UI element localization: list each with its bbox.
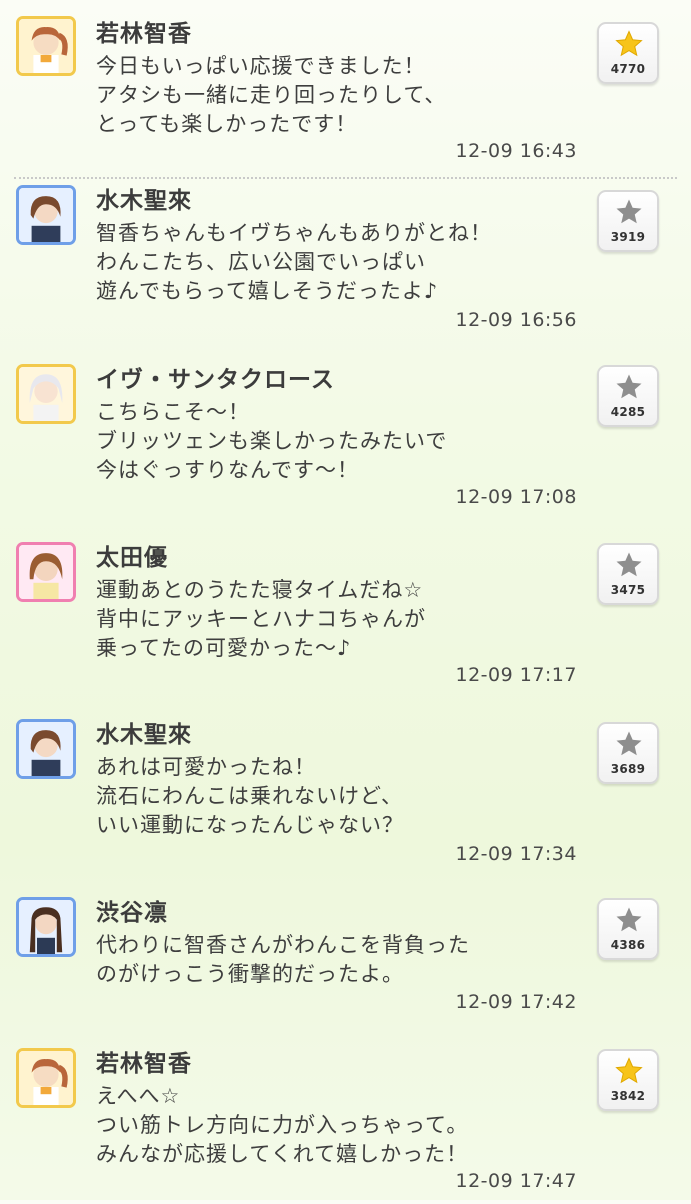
message-line: つい筋トレ方向に力が入っちゃって。 — [96, 1113, 469, 1137]
star-icon — [616, 374, 642, 399]
like-button[interactable]: 4386 — [597, 898, 659, 960]
comment-feed: 若林智香 今日もいっぱい応援できました！ アタシも一緒に走り回ったりして、 とっ… — [0, 0, 691, 1200]
timestamp: 12-09 17:17 — [455, 664, 577, 686]
timestamp: 12-09 17:08 — [455, 486, 577, 508]
like-button[interactable]: 4285 — [597, 365, 659, 427]
comment-item: 水木聖來 あれは可愛かったね！ 流石にわんこは乗れないけど、 いい運動になったん… — [0, 699, 691, 875]
message-line: わんこたち、広い公園でいっぱい — [96, 250, 426, 274]
message-line: とっても楽しかったです！ — [96, 112, 358, 136]
timestamp: 12-09 16:56 — [455, 309, 577, 331]
like-button[interactable]: 3919 — [597, 190, 659, 252]
timestamp: 12-09 16:43 — [455, 140, 577, 162]
timestamp: 12-09 17:47 — [455, 1170, 577, 1192]
avatar[interactable] — [16, 16, 76, 76]
comment-item: 太田優 運動あとのうたた寝タイムだね☆ 背中にアッキーとハナコちゃんが 乗ってた… — [0, 522, 691, 698]
like-button[interactable]: 3842 — [597, 1049, 659, 1111]
avatar[interactable] — [16, 185, 76, 245]
avatar[interactable] — [16, 542, 76, 602]
poster-name: 若林智香 — [96, 1051, 192, 1077]
message-line: あれは可愛かったね！ — [96, 755, 316, 779]
like-count: 3919 — [610, 230, 646, 244]
message-line: アタシも一緒に走り回ったりして、 — [96, 83, 447, 107]
star-icon — [616, 731, 642, 756]
message-text: こちらこそ〜！ ブリッツェンも楽しかったみたいで 今はぐっすりなんです〜！ — [96, 398, 447, 485]
star-icon — [615, 30, 643, 57]
message-text: 今日もいっぱい応援できました！ アタシも一緒に走り回ったりして、 とっても楽しか… — [96, 52, 446, 139]
like-button[interactable]: 3475 — [597, 543, 659, 605]
like-count: 4285 — [610, 405, 646, 419]
like-button[interactable]: 3689 — [597, 722, 659, 784]
message-line: 流石にわんこは乗れないけど、 — [96, 784, 403, 808]
message-line: みんなが応援してくれて嬉しかった！ — [96, 1142, 469, 1166]
like-count: 3689 — [610, 762, 646, 776]
message-line: えへへ☆ — [96, 1084, 181, 1108]
star-icon — [616, 907, 642, 932]
comment-item: 若林智香 えへへ☆ つい筋トレ方向に力が入っちゃって。 みんなが応援してくれて嬉… — [0, 1028, 691, 1204]
message-line: 智香ちゃんもイヴちゃんもありがとね！ — [96, 221, 492, 245]
like-count: 4386 — [610, 938, 646, 952]
timestamp: 12-09 17:42 — [455, 991, 577, 1013]
star-icon — [616, 199, 642, 224]
comment-item: 若林智香 今日もいっぱい応援できました！ アタシも一緒に走り回ったりして、 とっ… — [0, 0, 691, 176]
message-line: 背中にアッキーとハナコちゃんが — [96, 607, 426, 631]
message-line: いい運動になったんじゃない？ — [96, 813, 404, 837]
poster-name: 太田優 — [96, 545, 168, 571]
avatar[interactable] — [16, 1048, 76, 1108]
like-count: 3842 — [610, 1089, 646, 1103]
comment-item: イヴ・サンタクロース こちらこそ〜！ ブリッツェンも楽しかったみたいで 今はぐっ… — [0, 344, 691, 520]
message-line: 今日もいっぱい応援できました！ — [96, 54, 426, 78]
message-line: 今はぐっすりなんです〜！ — [96, 458, 359, 482]
avatar[interactable] — [16, 719, 76, 779]
message-line: こちらこそ〜！ — [96, 400, 250, 424]
comment-item: 水木聖來 智香ちゃんもイヴちゃんもありがとね！ わんこたち、広い公園でいっぱい … — [0, 165, 691, 341]
like-count: 3475 — [610, 583, 646, 597]
like-button[interactable]: 4770 — [597, 22, 659, 84]
message-line: ブリッツェンも楽しかったみたいで — [96, 429, 448, 453]
poster-name: 若林智香 — [96, 21, 192, 47]
message-line: 乗ってたの可愛かった〜♪ — [96, 636, 352, 660]
avatar[interactable] — [16, 897, 76, 957]
message-line: 運動あとのうたた寝タイムだね☆ — [96, 578, 424, 602]
message-line: のがけっこう衝撃的だったよ。 — [96, 962, 404, 986]
message-text: 運動あとのうたた寝タイムだね☆ 背中にアッキーとハナコちゃんが 乗ってたの可愛か… — [96, 576, 426, 663]
avatar[interactable] — [16, 364, 76, 424]
poster-name: 水木聖來 — [96, 188, 192, 214]
message-text: 代わりに智香さんがわんこを背負った のがけっこう衝撃的だったよ。 — [96, 931, 470, 989]
poster-name: 渋谷凛 — [96, 900, 168, 926]
message-line: 遊んでもらって嬉しそうだったよ♪ — [96, 279, 439, 303]
timestamp: 12-09 17:34 — [455, 843, 577, 865]
like-count: 4770 — [610, 62, 646, 76]
message-line: 代わりに智香さんがわんこを背負った — [96, 933, 470, 957]
star-icon — [616, 552, 642, 577]
poster-name: 水木聖來 — [96, 722, 192, 748]
message-text: えへへ☆ つい筋トレ方向に力が入っちゃって。 みんなが応援してくれて嬉しかった！ — [96, 1082, 468, 1169]
star-icon — [615, 1057, 643, 1084]
message-text: あれは可愛かったね！ 流石にわんこは乗れないけど、 いい運動になったんじゃない？ — [96, 753, 404, 840]
comment-item: 渋谷凛 代わりに智香さんがわんこを背負った のがけっこう衝撃的だったよ。 12-… — [0, 877, 691, 1053]
poster-name: イヴ・サンタクロース — [96, 367, 335, 393]
message-text: 智香ちゃんもイヴちゃんもありがとね！ わんこたち、広い公園でいっぱい 遊んでもら… — [96, 219, 492, 306]
